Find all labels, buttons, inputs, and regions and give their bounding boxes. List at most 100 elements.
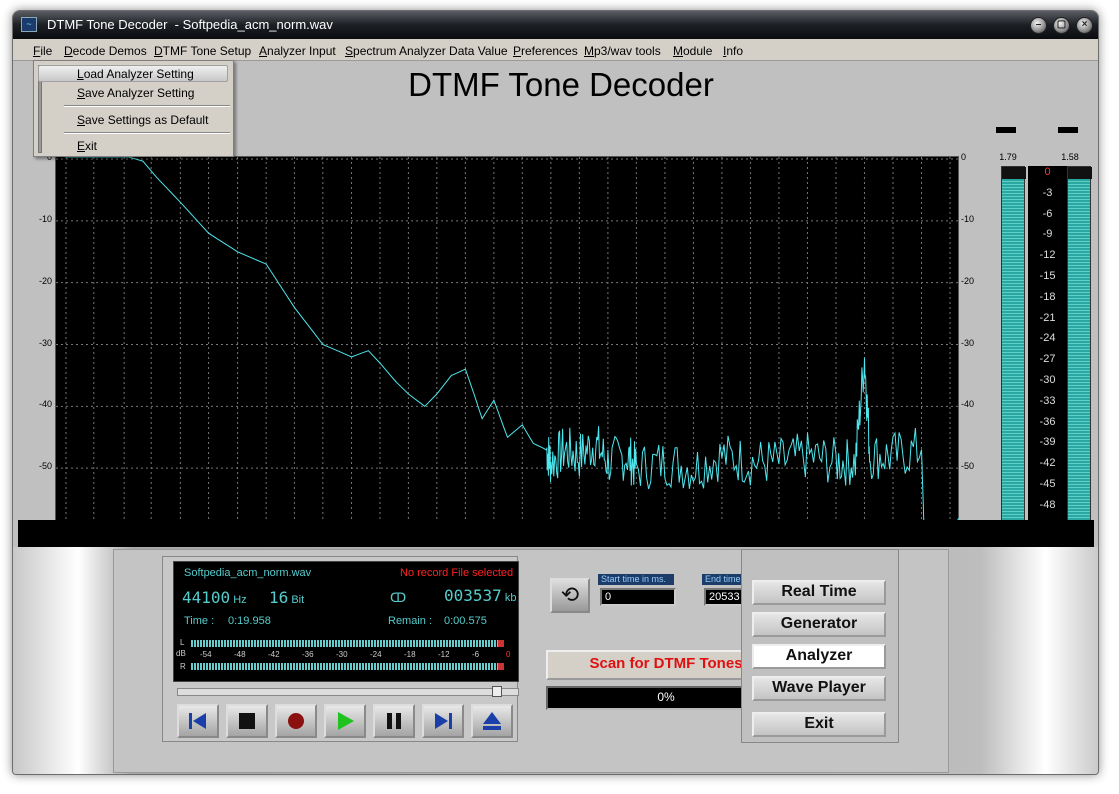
time-value: 0:19.958 (228, 615, 271, 627)
menu-mp3-wav-tools[interactable]: Mp3/wav tools (584, 44, 661, 58)
vu-meter-left (191, 640, 504, 647)
y-tick-label-right: -20 (961, 275, 975, 286)
right-meter-value: 1.58 (1061, 152, 1079, 162)
analyzer-button[interactable]: Analyzer (752, 644, 886, 669)
y-tick-label-right: -10 (961, 213, 975, 224)
menu-spectrum-analyzer-data-value[interactable]: Spectrum Analyzer Data Value (345, 44, 508, 58)
menu-module[interactable]: Module (673, 44, 712, 58)
spectrum-series-line (66, 157, 960, 531)
y-tick-label-left: -20 (38, 275, 52, 286)
file-size: 003537 (444, 586, 502, 605)
stop-icon (239, 713, 255, 729)
spectrum-chart (56, 157, 960, 534)
menu-load-analyzer-setting[interactable]: Load Analyzer Setting (77, 67, 194, 81)
right-peak-indicator (1058, 127, 1078, 133)
menu-save-settings-default[interactable]: Save Settings as Default (77, 113, 208, 127)
stop-button[interactable] (226, 704, 268, 738)
app-window: ~ DTMF Tone Decoder - Softpedia_acm_norm… (12, 10, 1099, 775)
play-icon (338, 712, 354, 730)
menu-save-analyzer-setting[interactable]: Save Analyzer Setting (77, 86, 194, 100)
y-tick-label-right: -30 (961, 337, 975, 348)
menu-exit[interactable]: Exit (77, 139, 97, 153)
seek-thumb[interactable] (491, 686, 502, 697)
sample-rate: 44100 (182, 588, 231, 607)
maximize-icon[interactable]: ▢ (1053, 17, 1070, 34)
meter-scale-label: -27 (1039, 353, 1056, 366)
file-dropdown-menu: Load Analyzer Setting Save Analyzer Sett… (33, 60, 234, 157)
minimize-icon[interactable]: – (1030, 17, 1047, 34)
meter-scale-label: -18 (1039, 290, 1056, 303)
meter-scale-label: -39 (1039, 436, 1056, 449)
mode-panel: Real Time Generator Analyzer Wave Player… (741, 549, 899, 743)
meter-scale-label: -36 (1039, 415, 1056, 428)
transport-controls (173, 702, 519, 742)
vu-scale-label: -6 (472, 650, 480, 659)
record-button[interactable] (275, 704, 317, 738)
meter-scale-label: 0 (1044, 166, 1051, 178)
generator-button[interactable]: Generator (752, 612, 886, 637)
vu-left-label: L (180, 638, 185, 647)
exit-button[interactable]: Exit (752, 712, 886, 737)
control-area: Softpedia_acm_norm.wav No record File se… (13, 547, 1098, 774)
skip-forward-button[interactable] (422, 704, 464, 738)
window-title: DTMF Tone Decoder - Softpedia_acm_norm.w… (47, 17, 333, 32)
waveform-icon: ~ (21, 17, 37, 32)
meter-scale-label: -42 (1039, 457, 1056, 470)
vu-scale-label: -48 (234, 650, 246, 659)
record-icon (288, 713, 304, 729)
vu-scale-label: -30 (336, 650, 348, 659)
close-icon[interactable]: × (1076, 17, 1093, 34)
player-file-name: Softpedia_acm_norm.wav (184, 567, 312, 579)
meter-scale-label: -12 (1039, 249, 1056, 262)
y-tick-label-left: -30 (38, 337, 52, 348)
pause-button[interactable] (373, 704, 415, 738)
menu-bar: File Decode Demos DTMF Tone Setup Analyz… (13, 39, 1098, 61)
play-button[interactable] (324, 704, 366, 738)
sample-rate-unit: Hz (233, 594, 247, 606)
file-size-unit: kb (504, 592, 517, 604)
time-label: Time : (184, 615, 215, 627)
menu-analyzer-input[interactable]: Analyzer Input (259, 44, 336, 58)
y-tick-label-right: -50 (961, 461, 975, 472)
left-meter-empty (1002, 167, 1026, 179)
remain-value: 0:00.575 (444, 615, 487, 627)
y-tick-label-left: -10 (38, 213, 52, 224)
meter-scale-label: -33 (1039, 394, 1056, 407)
meter-scale-label: -45 (1039, 478, 1056, 490)
eject-button[interactable] (471, 704, 513, 738)
menu-info[interactable]: Info (723, 44, 743, 58)
left-peak-indicator (996, 127, 1016, 133)
meter-scale-label: -48 (1039, 498, 1056, 511)
menu-preferences[interactable]: Preferences (513, 44, 578, 58)
seek-slider[interactable] (177, 686, 519, 697)
spectrum-plot[interactable] (55, 156, 960, 534)
menu-separator (64, 105, 230, 107)
stereo-icon: ↀ (390, 590, 407, 605)
real-time-button[interactable]: Real Time (752, 580, 886, 605)
vu-right-label: R (180, 662, 186, 671)
loop-button[interactable]: ⟲ (550, 578, 590, 613)
pause-icon (387, 713, 401, 729)
menu-dtmf-tone-setup[interactable]: DTMF Tone Setup (154, 44, 251, 58)
vu-meter-right (191, 663, 504, 670)
y-tick-label-right: 0 (961, 152, 967, 162)
y-tick-label-right: -40 (961, 399, 975, 410)
start-time-input[interactable]: 0 (600, 588, 676, 606)
title-bar[interactable]: ~ DTMF Tone Decoder - Softpedia_acm_norm… (13, 11, 1098, 39)
level-meters: 1.79 1.58 0 -3 -6 -9 -12 -15 -18 -21 -24 -27 -30 -3… (991, 122, 1098, 582)
wave-player-button[interactable]: Wave Player (752, 676, 886, 701)
status-strip (18, 520, 1094, 547)
meter-scale-label: -3 (1042, 186, 1053, 199)
menu-file[interactable]: File (33, 44, 52, 58)
menu-decode-demos[interactable]: Decode Demos (64, 44, 147, 58)
y-tick-label-left: -40 (38, 399, 52, 410)
skip-back-button[interactable] (177, 704, 219, 738)
right-meter-empty (1068, 167, 1092, 179)
vu-scale-label: 0 (506, 650, 511, 659)
skip-back-icon (189, 713, 206, 729)
bit-depth: 16 (269, 588, 289, 607)
record-status: No record File selected (400, 567, 514, 579)
left-meter-value: 1.79 (999, 152, 1017, 162)
vu-scale-label: -24 (370, 650, 382, 659)
vu-scale-label: -36 (302, 650, 314, 659)
